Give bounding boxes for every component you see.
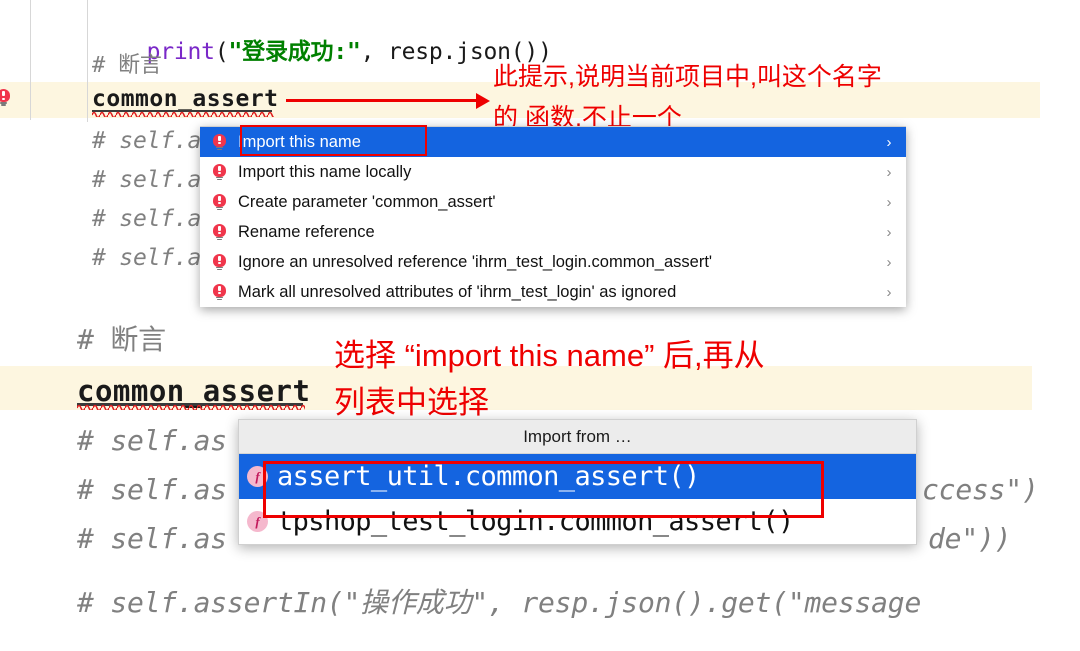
chevron-right-icon: › [886,253,892,271]
code-line-assert-in: # self.assertIn("操作成功", resp.json().get(… [77,586,922,619]
error-squiggle-top [92,110,274,117]
code-token-paren: ( [214,39,229,65]
menu-item-create-parameter[interactable]: Create parameter 'common_assert' › [200,187,906,217]
lightbulb-icon [212,163,227,181]
import-from-popup[interactable]: Import from … f assert_util.common_asser… [238,419,917,545]
pycharm-editor-screenshot: print("登录成功:", resp.json()) # 断言 common_… [0,0,1080,651]
lightbulb-icon [212,283,227,301]
code-line-self-a-1: # self.a [92,128,202,154]
gutter-intention-bulb[interactable] [0,89,11,106]
popup-title: Import from … [239,420,916,454]
function-badge-icon: f [247,511,268,532]
function-badge-icon: f [247,466,268,487]
code-line-self-as-1: # self.as [77,424,227,457]
lightbulb-icon [212,193,227,211]
lightbulb-icon [212,133,227,151]
menu-item-label: Rename reference [238,222,375,241]
chevron-right-icon: › [886,163,892,181]
lightbulb-icon [0,89,11,106]
menu-item-import-this-name-locally[interactable]: Import this name locally › [200,157,906,187]
code-line-self-a-2: # self.a [92,167,202,193]
annotation-top-line1: 此提示,说明当前项目中,叫这个名字 [493,63,882,91]
code-token-string: "登录成功:" [228,39,361,65]
menu-item-rename-reference[interactable]: Rename reference › [200,217,906,247]
popup-row-label: tpshop_test_login.common_assert() [277,506,794,537]
code-line-common-assert-top: common_assert [92,86,279,112]
code-fragment-success: ccess") [922,473,1039,506]
popup-row-assert-util[interactable]: f assert_util.common_assert() [239,454,916,499]
menu-item-mark-all-unresolved-ignored[interactable]: Mark all unresolved attributes of 'ihrm_… [200,277,906,307]
intention-actions-menu[interactable]: Import this name › Import this name loca… [200,126,906,307]
chevron-right-icon: › [886,193,892,211]
code-line-comment-duanyan-top: # 断言 [92,53,162,78]
chevron-right-icon: › [886,223,892,241]
chevron-right-icon: › [886,133,892,151]
code-fragment-code: de")) [928,522,1012,555]
code-line-self-a-3: # self.a [92,206,202,232]
chevron-right-icon: › [886,283,892,301]
menu-item-ignore-unresolved-reference[interactable]: Ignore an unresolved reference 'ihrm_tes… [200,247,906,277]
gutter-separator-top2 [87,0,88,122]
popup-row-label: assert_util.common_assert() [277,461,700,492]
menu-item-label: Import this name locally [238,162,412,181]
gutter-separator-top [30,0,31,120]
menu-item-import-this-name[interactable]: Import this name › [200,127,906,157]
annotation-arrow-line [286,99,478,102]
annotation-mid-line1: 选择 “import this name” 后,再从 [334,338,765,373]
error-squiggle-bottom [77,403,305,410]
menu-item-label: Ignore an unresolved reference 'ihrm_tes… [238,252,713,271]
annotation-mid-line2: 列表中选择 [334,385,489,420]
menu-item-label: Mark all unresolved attributes of 'ihrm_… [238,282,677,301]
code-line-comment-duanyan-bottom: # 断言 [77,323,166,356]
lightbulb-icon [212,223,227,241]
popup-row-tpshop-test-login[interactable]: f tpshop_test_login.common_assert() [239,499,916,544]
menu-item-label: Create parameter 'common_assert' [238,192,496,211]
annotation-arrow-head [476,92,490,109]
menu-item-label: Import this name [238,132,361,151]
code-line-self-as-3: # self.as [77,522,227,555]
code-line-self-a-4: # self.a [92,245,202,271]
code-line-self-as-2: # self.as [77,473,227,506]
lightbulb-icon [212,253,227,271]
